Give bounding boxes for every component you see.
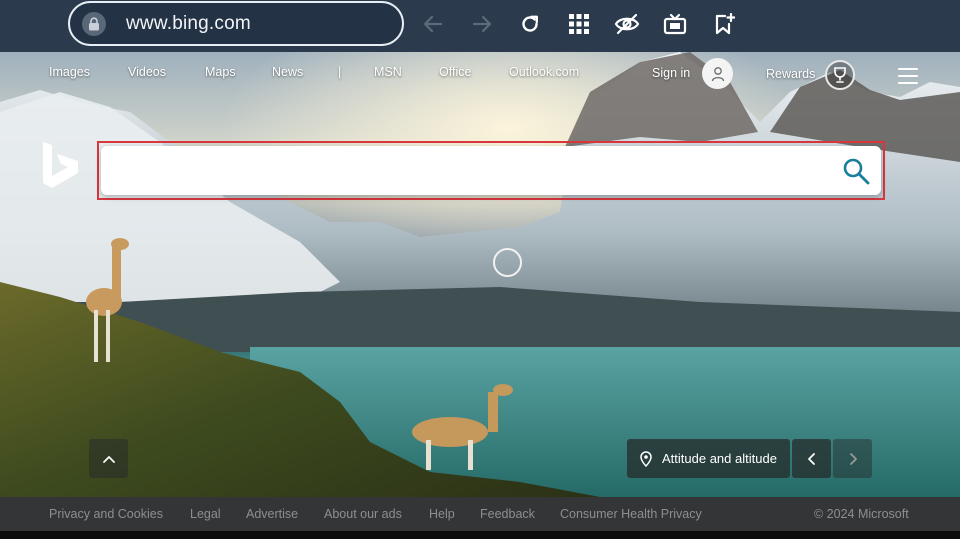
bing-top-nav: Images Videos Maps News | MSN Office Out… <box>0 52 960 92</box>
forward-arrow-icon[interactable] <box>468 10 496 38</box>
tv-icon[interactable] <box>661 10 689 38</box>
image-caption-text: Attitude and altitude <box>662 451 777 466</box>
rewards-trophy-icon[interactable] <box>825 60 855 90</box>
nav-link-videos[interactable]: Videos <box>128 65 166 79</box>
back-arrow-icon[interactable] <box>419 10 447 38</box>
nav-separator: | <box>338 65 342 79</box>
nav-link-images[interactable]: Images <box>49 65 90 79</box>
loading-spinner-icon <box>493 248 522 277</box>
user-avatar-icon[interactable] <box>702 58 733 89</box>
search-icon[interactable] <box>841 156 871 186</box>
bottom-bar <box>0 531 960 539</box>
footer-link-help[interactable]: Help <box>429 507 455 521</box>
image-caption-button[interactable]: Attitude and altitude <box>627 439 790 478</box>
eye-off-icon[interactable] <box>613 10 641 38</box>
footer-link-advertise[interactable]: Advertise <box>246 507 298 521</box>
nav-link-msn[interactable]: MSN <box>374 65 402 79</box>
nav-link-maps[interactable]: Maps <box>205 65 236 79</box>
sign-in-link[interactable]: Sign in <box>652 66 690 80</box>
footer-link-feedback[interactable]: Feedback <box>480 507 535 521</box>
footer: Privacy and Cookies Legal Advertise Abou… <box>0 497 960 531</box>
lock-icon[interactable] <box>82 11 106 36</box>
copyright-text: © 2024 Microsoft <box>814 507 909 521</box>
scroll-up-button[interactable] <box>89 439 128 478</box>
chevron-up-icon <box>102 455 115 463</box>
chevron-left-icon <box>807 452 815 465</box>
hamburger-menu-icon[interactable] <box>898 68 918 84</box>
previous-image-button[interactable] <box>792 439 831 478</box>
footer-link-legal[interactable]: Legal <box>190 507 221 521</box>
reload-icon[interactable] <box>516 10 544 38</box>
chevron-right-icon <box>849 452 857 465</box>
next-image-button[interactable] <box>833 439 872 478</box>
search-box[interactable] <box>101 146 881 195</box>
rewards-link[interactable]: Rewards <box>766 67 815 81</box>
bing-logo-icon[interactable] <box>40 140 82 192</box>
apps-grid-icon[interactable] <box>565 10 593 38</box>
search-input[interactable] <box>115 154 815 186</box>
url-text[interactable]: www.bing.com <box>126 13 251 35</box>
nav-link-office[interactable]: Office <box>439 65 471 79</box>
footer-link-about-ads[interactable]: About our ads <box>324 507 402 521</box>
nav-link-outlook[interactable]: Outlook.com <box>509 65 579 79</box>
location-pin-icon <box>640 450 652 467</box>
nav-link-news[interactable]: News <box>272 65 303 79</box>
footer-link-privacy[interactable]: Privacy and Cookies <box>49 507 163 521</box>
footer-link-health-privacy[interactable]: Consumer Health Privacy <box>560 507 702 521</box>
background-image <box>0 52 960 497</box>
bookmark-add-icon[interactable] <box>710 10 738 38</box>
browser-toolbar: www.bing.com <box>0 0 960 52</box>
address-bar[interactable]: www.bing.com <box>68 1 404 46</box>
